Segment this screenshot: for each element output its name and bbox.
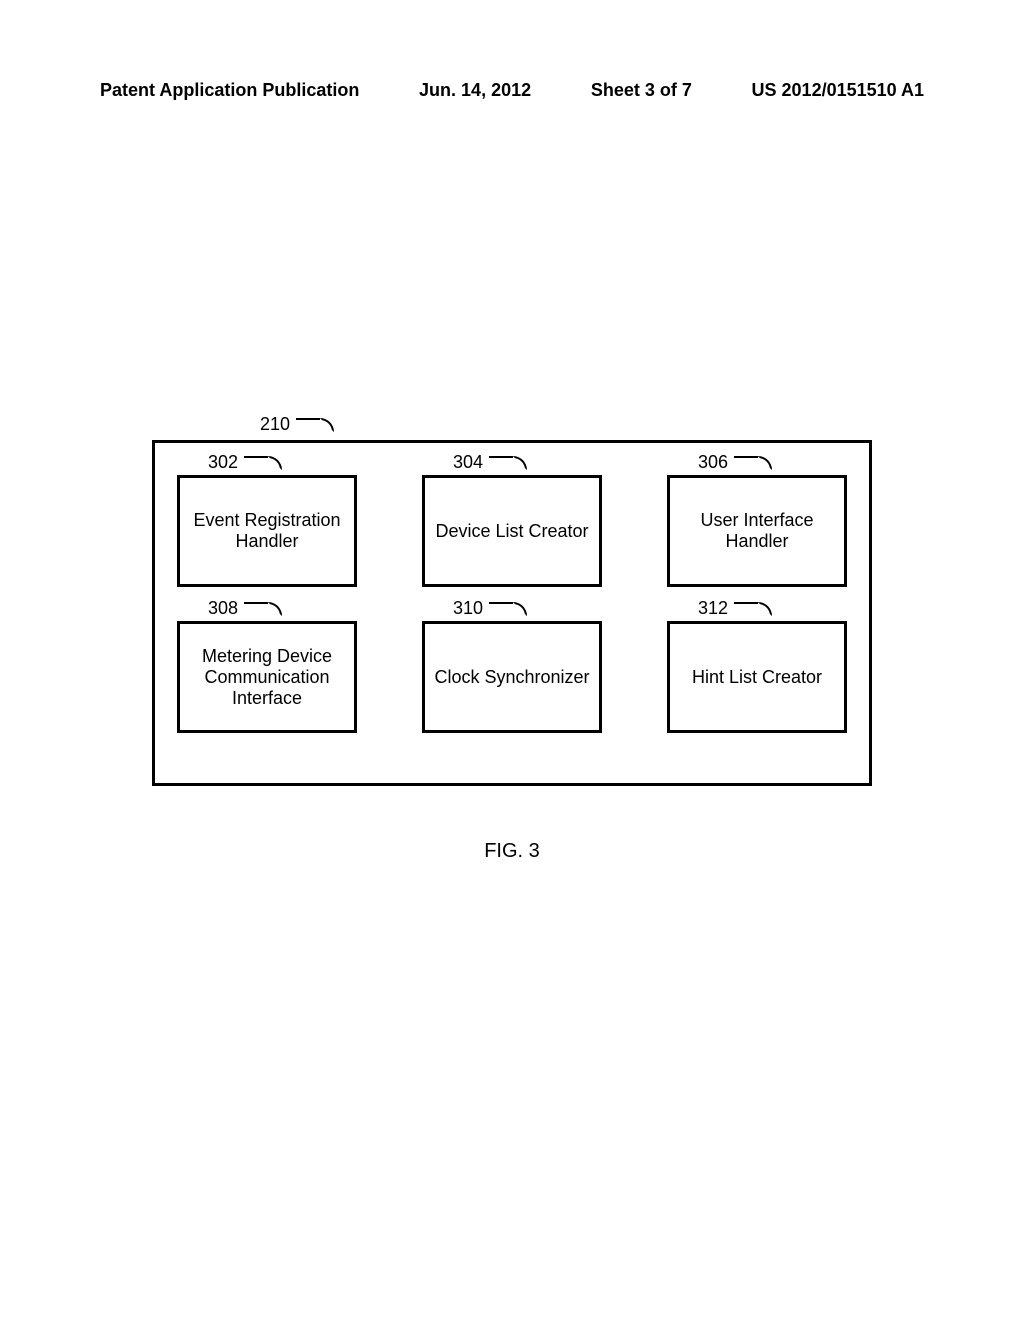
leader-line-icon: [489, 602, 527, 616]
header-sheet: Sheet 3 of 7: [591, 80, 692, 101]
ref-label-306: 306: [698, 452, 772, 473]
leader-line-icon: [489, 456, 527, 470]
ref-312: 312: [698, 598, 728, 619]
box-metering-device-communication-interface: 308 Metering Device Communication Interf…: [177, 621, 357, 733]
ref-310: 310: [453, 598, 483, 619]
leader-line-icon: [244, 456, 282, 470]
ref-308: 308: [208, 598, 238, 619]
label-312: Hint List Creator: [692, 667, 822, 688]
label-308: Metering Device Communication Interface: [184, 646, 350, 709]
leader-line-icon: [244, 602, 282, 616]
ref-304: 304: [453, 452, 483, 473]
ref-306: 306: [698, 452, 728, 473]
leader-line-icon: [734, 456, 772, 470]
outer-container-box: 302 Event Registration Handler 304 Devic…: [152, 440, 872, 786]
header-date: Jun. 14, 2012: [419, 80, 531, 101]
page-header: Patent Application Publication Jun. 14, …: [0, 80, 1024, 101]
ref-210: 210: [260, 414, 290, 435]
ref-label-310: 310: [453, 598, 527, 619]
header-docnum: US 2012/0151510 A1: [752, 80, 924, 101]
ref-label-312: 312: [698, 598, 772, 619]
box-user-interface-handler: 306 User Interface Handler: [667, 475, 847, 587]
figure-caption: FIG. 3: [0, 840, 1024, 863]
header-publication: Patent Application Publication: [100, 80, 359, 101]
caption-text: FIG. 3: [484, 840, 540, 862]
ref-label-308: 308: [208, 598, 282, 619]
leader-line-icon: [296, 418, 334, 432]
label-304: Device List Creator: [435, 521, 588, 542]
label-310: Clock Synchronizer: [434, 667, 589, 688]
box-event-registration-handler: 302 Event Registration Handler: [177, 475, 357, 587]
box-device-list-creator: 304 Device List Creator: [422, 475, 602, 587]
box-clock-synchronizer: 310 Clock Synchronizer: [422, 621, 602, 733]
ref-label-304: 304: [453, 452, 527, 473]
box-hint-list-creator: 312 Hint List Creator: [667, 621, 847, 733]
leader-line-icon: [734, 602, 772, 616]
component-row-bottom: 308 Metering Device Communication Interf…: [155, 621, 869, 733]
label-306: User Interface Handler: [674, 510, 840, 552]
label-302: Event Registration Handler: [184, 510, 350, 552]
component-row-top: 302 Event Registration Handler 304 Devic…: [155, 475, 869, 587]
outer-box-ref-label: 210: [260, 414, 334, 435]
ref-302: 302: [208, 452, 238, 473]
ref-label-302: 302: [208, 452, 282, 473]
